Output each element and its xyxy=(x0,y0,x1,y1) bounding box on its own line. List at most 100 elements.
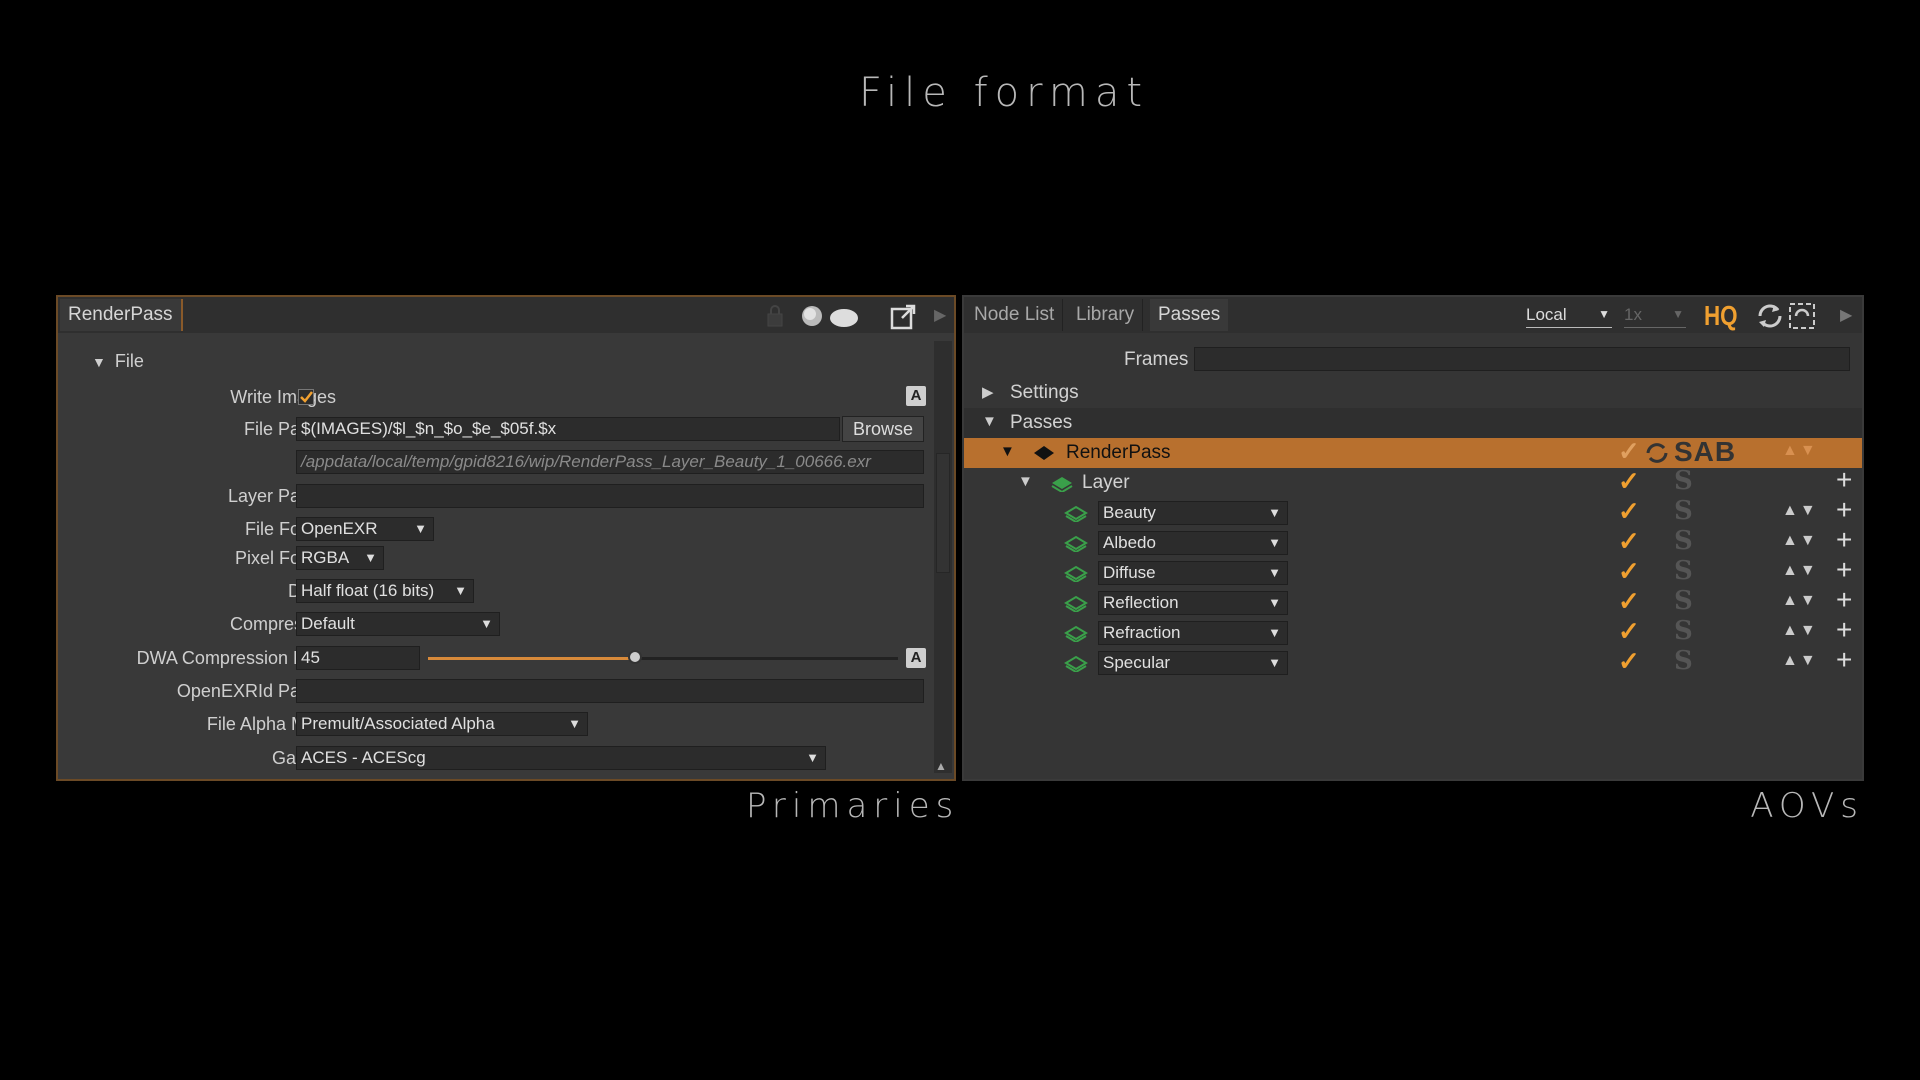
solo-s-icon[interactable]: S xyxy=(1674,646,1693,676)
aov-row[interactable]: Reflection ▼ ✓ S ▲▼ + xyxy=(964,584,1862,618)
animate-a-button[interactable]: A xyxy=(906,386,926,406)
external-link-icon[interactable] xyxy=(890,304,916,335)
pixel-format-dropdown[interactable]: RGBA ▼ xyxy=(296,546,384,570)
aov-type-dropdown[interactable]: Diffuse ▼ xyxy=(1098,561,1288,585)
tab-library[interactable]: Library xyxy=(1068,299,1144,331)
aov-type-dropdown[interactable]: Refraction ▼ xyxy=(1098,621,1288,645)
chevron-down-icon: ▼ xyxy=(1268,505,1281,520)
refresh-icon[interactable] xyxy=(1754,301,1820,336)
add-aov-button[interactable]: + xyxy=(1836,494,1852,526)
renderpass-node-icon xyxy=(1032,445,1056,466)
passes-row[interactable]: ▼ Passes xyxy=(964,408,1862,438)
write-images-checkbox[interactable] xyxy=(298,389,314,405)
tab-renderpass[interactable]: RenderPass xyxy=(60,299,183,331)
enabled-check-icon[interactable]: ✓ xyxy=(1618,496,1640,527)
dwa-level-slider[interactable] xyxy=(428,650,898,664)
passes-panel: Node List Library Passes Local ▼ 1x ▼ HQ… xyxy=(962,295,1864,781)
aov-type-value: Diffuse xyxy=(1103,563,1156,582)
depth-dropdown[interactable]: Half float (16 bits) ▼ xyxy=(296,579,474,603)
chevron-down-icon: ▼ xyxy=(1598,307,1610,321)
compression-dropdown[interactable]: Default ▼ xyxy=(296,612,500,636)
enabled-check-icon[interactable]: ✓ xyxy=(1618,646,1640,677)
scrollbar[interactable]: ▲ xyxy=(934,341,952,773)
play-arrow-icon[interactable]: ▶ xyxy=(1840,305,1852,325)
layer-pattern-row: Layer Pattern xyxy=(58,482,958,510)
refresh-icon[interactable] xyxy=(1644,440,1670,471)
move-up-down-icon[interactable]: ▲▼ xyxy=(1782,562,1818,580)
aov-row[interactable]: Beauty ▼ ✓ S ▲▼ + xyxy=(964,494,1862,528)
add-aov-button[interactable]: + xyxy=(1836,464,1852,496)
slider-fill xyxy=(428,657,635,660)
solo-s-icon[interactable]: S xyxy=(1674,496,1693,526)
aov-type-dropdown[interactable]: Beauty ▼ xyxy=(1098,501,1288,525)
frames-row: Frames xyxy=(964,345,1862,375)
slider-handle[interactable] xyxy=(627,650,642,664)
solo-s-icon[interactable]: S xyxy=(1674,616,1693,646)
aov-row[interactable]: Diffuse ▼ ✓ S ▲▼ + xyxy=(964,554,1862,588)
compression-row: Compression Default ▼ xyxy=(58,610,958,638)
add-aov-button[interactable]: + xyxy=(1836,614,1852,646)
collapse-icon: ▼ xyxy=(982,413,997,430)
alpha-mode-dropdown[interactable]: Premult/Associated Alpha ▼ xyxy=(296,712,588,736)
animate-a-button[interactable]: A xyxy=(906,648,926,668)
solo-s-icon[interactable]: S xyxy=(1674,556,1693,586)
aov-layer-icon xyxy=(1064,564,1088,587)
browse-button[interactable]: Browse xyxy=(842,416,924,442)
enabled-check-icon[interactable]: ✓ xyxy=(1618,586,1640,617)
aov-row[interactable]: Albedo ▼ ✓ S ▲▼ + xyxy=(964,524,1862,558)
tab-passes[interactable]: Passes xyxy=(1150,299,1229,331)
move-up-down-icon[interactable]: ▲▼ xyxy=(1782,502,1818,520)
renderpass-label: RenderPass xyxy=(1066,442,1171,463)
chevron-down-icon: ▼ xyxy=(1672,307,1684,321)
dwa-level-input[interactable]: 45 xyxy=(296,646,420,670)
aov-layer-icon xyxy=(1064,624,1088,647)
frames-input[interactable] xyxy=(1194,347,1850,371)
location-dropdown[interactable]: Local ▼ xyxy=(1526,305,1612,328)
enabled-check-icon[interactable]: ✓ xyxy=(1618,526,1640,557)
add-aov-button[interactable]: + xyxy=(1836,554,1852,586)
openexrid-input[interactable] xyxy=(296,679,924,703)
aov-type-dropdown[interactable]: Albedo ▼ xyxy=(1098,531,1288,555)
solo-s-icon[interactable]: S xyxy=(1674,526,1693,556)
layer-pattern-input[interactable] xyxy=(296,484,924,508)
move-up-down-icon[interactable]: ▲▼ xyxy=(1782,442,1818,460)
layer-row[interactable]: ▼ Layer ✓ S + xyxy=(964,464,1862,498)
file-format-dropdown[interactable]: OpenEXR ▼ xyxy=(296,517,434,541)
tab-node-list[interactable]: Node List xyxy=(966,299,1064,331)
section-file-header[interactable]: ▼ File xyxy=(92,351,144,372)
move-up-down-icon[interactable]: ▲▼ xyxy=(1782,622,1818,640)
depth-row: Depth Half float (16 bits) ▼ xyxy=(58,577,958,605)
gamma-dropdown[interactable]: ACES - ACEScg ▼ xyxy=(296,746,826,770)
renderpass-row[interactable]: ▼ RenderPass ✓ SAB ▲▼ xyxy=(964,436,1862,471)
enabled-check-icon[interactable]: ✓ xyxy=(1618,436,1640,467)
aov-row[interactable]: Refraction ▼ ✓ S ▲▼ + xyxy=(964,614,1862,648)
aov-type-dropdown[interactable]: Specular ▼ xyxy=(1098,651,1288,675)
chevron-down-icon: ▼ xyxy=(1268,565,1281,580)
lock-icon[interactable] xyxy=(766,305,784,327)
scroll-up-icon[interactable]: ▲ xyxy=(935,759,947,773)
aov-row[interactable]: Specular ▼ ✓ S ▲▼ + xyxy=(964,644,1862,678)
add-aov-button[interactable]: + xyxy=(1836,524,1852,556)
enabled-check-icon[interactable]: ✓ xyxy=(1618,556,1640,587)
hq-toggle[interactable]: HQ xyxy=(1704,300,1738,332)
play-arrow-icon[interactable]: ▶ xyxy=(934,305,946,325)
enabled-check-icon[interactable]: ✓ xyxy=(1618,616,1640,647)
move-up-down-icon[interactable]: ▲▼ xyxy=(1782,592,1818,610)
add-aov-button[interactable]: + xyxy=(1836,584,1852,616)
scrollbar-thumb[interactable] xyxy=(936,453,950,573)
solo-s-icon[interactable]: S xyxy=(1674,466,1693,496)
renderpass-flags[interactable]: SAB xyxy=(1674,436,1736,468)
move-up-down-icon[interactable]: ▲▼ xyxy=(1782,652,1818,670)
chevron-down-icon: ▼ xyxy=(1268,595,1281,610)
file-pattern-input[interactable]: $(IMAGES)/$l_$n_$o_$e_$05f.$x xyxy=(296,417,840,441)
settings-row[interactable]: ▶ Settings xyxy=(964,378,1862,408)
sphere-icon[interactable] xyxy=(800,304,860,333)
scale-dropdown[interactable]: 1x ▼ xyxy=(1624,305,1686,328)
move-up-down-icon[interactable]: ▲▼ xyxy=(1782,532,1818,550)
aov-type-dropdown[interactable]: Reflection ▼ xyxy=(1098,591,1288,615)
add-aov-button[interactable]: + xyxy=(1836,644,1852,676)
dwa-level-row: DWA Compression Level 45 A xyxy=(58,644,958,672)
solo-s-icon[interactable]: S xyxy=(1674,586,1693,616)
location-value: Local xyxy=(1526,305,1567,324)
enabled-check-icon[interactable]: ✓ xyxy=(1618,466,1640,497)
